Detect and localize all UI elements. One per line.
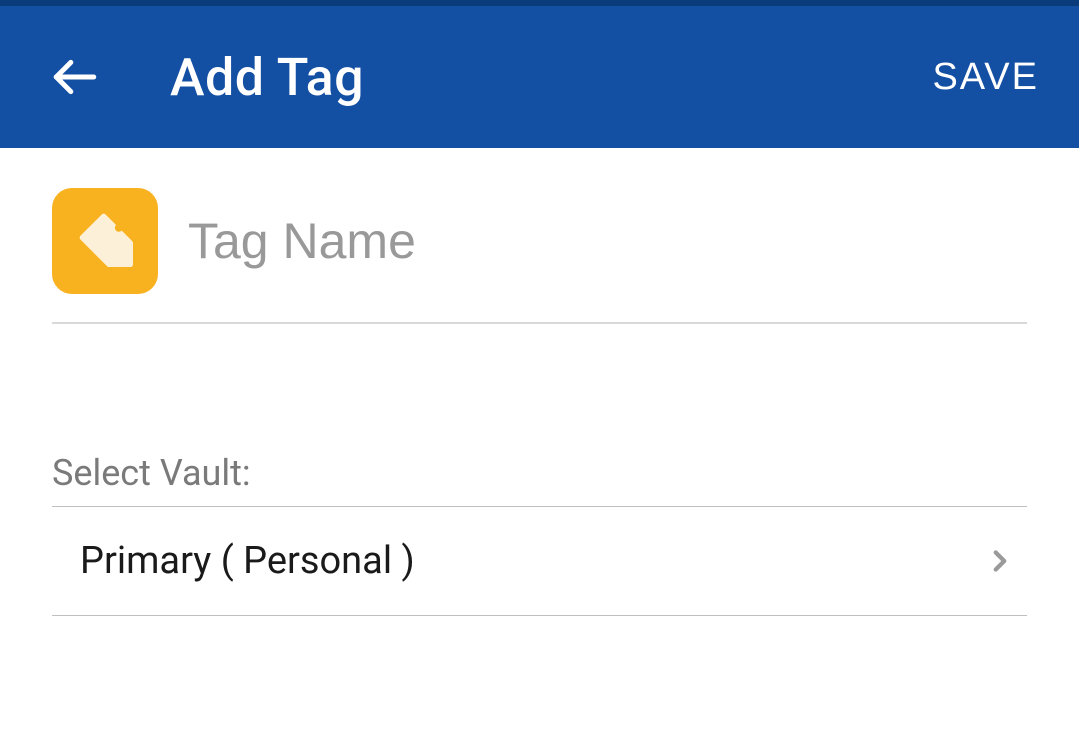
vault-select-row[interactable]: Primary ( Personal ) <box>52 507 1027 616</box>
chevron-right-icon <box>983 544 1017 578</box>
tag-name-input[interactable] <box>188 212 1027 270</box>
app-bar: Add Tag SAVE <box>0 6 1079 148</box>
page-title: Add Tag <box>170 47 364 108</box>
tag-icon <box>73 207 137 275</box>
vault-selected-value: Primary ( Personal ) <box>80 539 415 583</box>
vault-section: Select Vault: Primary ( Personal ) <box>52 452 1027 616</box>
back-arrow-icon[interactable] <box>50 52 100 102</box>
content-area: Select Vault: Primary ( Personal ) <box>0 148 1079 616</box>
save-button[interactable]: SAVE <box>932 56 1039 99</box>
app-bar-left: Add Tag <box>50 47 364 108</box>
vault-label: Select Vault: <box>52 452 1027 507</box>
tag-icon-box[interactable] <box>52 188 158 294</box>
tag-name-row <box>52 188 1027 324</box>
